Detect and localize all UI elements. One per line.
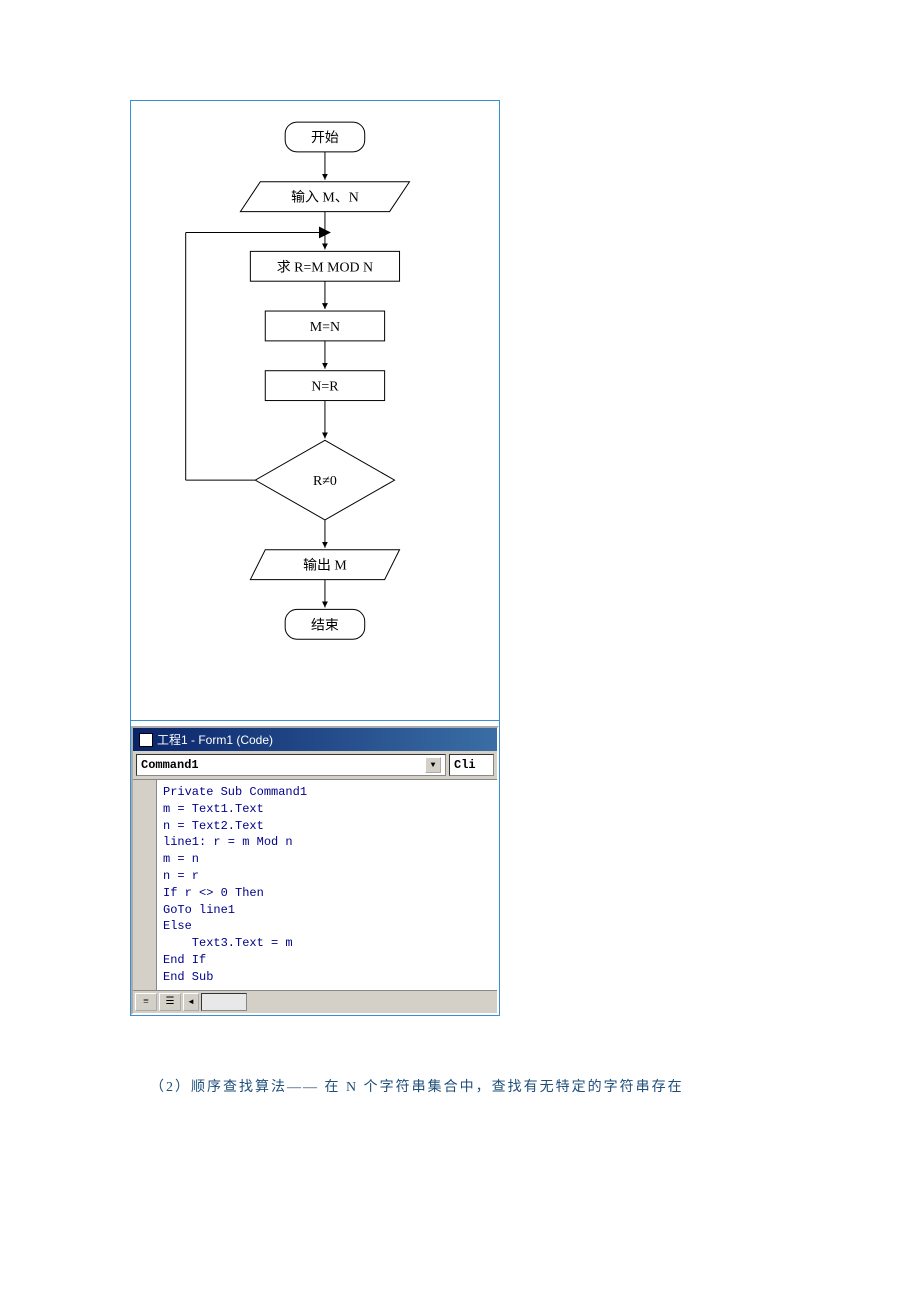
end-label: 结束 bbox=[311, 617, 339, 633]
window-icon bbox=[139, 733, 153, 747]
caption-text: （2）顺序查找算法—— 在 N 个字符串集合中，查找有无特定的字符串存在 bbox=[150, 1076, 920, 1096]
document-figure: 开始 输入 M、N 求 R=M MOD N M=N N=R R≠0 输出 M bbox=[130, 100, 500, 1016]
code-bottom-bar: ≡ ☰ ◄ bbox=[133, 990, 497, 1013]
proc1-label: 求 R=M MOD N bbox=[277, 259, 373, 275]
code-area: Private Sub Command1 m = Text1.Text n = … bbox=[133, 779, 497, 990]
procedure-dropdown[interactable]: Cli bbox=[449, 754, 494, 776]
scroll-left-button[interactable]: ◄ bbox=[183, 993, 199, 1011]
procedure-dropdown-value: Cli bbox=[454, 758, 476, 772]
horizontal-scrollbar[interactable] bbox=[201, 993, 247, 1011]
start-label: 开始 bbox=[311, 130, 339, 146]
input-label: 输入 M、N bbox=[291, 190, 359, 206]
code-gutter bbox=[133, 780, 157, 990]
dropdown-bar: Command1 ▼ Cli bbox=[133, 751, 497, 779]
output-label: 输出 M bbox=[303, 558, 347, 574]
full-view-button[interactable]: ☰ bbox=[159, 993, 181, 1011]
decision-label: R≠0 bbox=[313, 474, 337, 489]
flowchart-diagram: 开始 输入 M、N 求 R=M MOD N M=N N=R R≠0 输出 M bbox=[131, 101, 499, 721]
chevron-down-icon[interactable]: ▼ bbox=[425, 757, 441, 773]
window-title: 工程1 - Form1 (Code) bbox=[157, 731, 273, 748]
code-window-titlebar: 工程1 - Form1 (Code) bbox=[133, 728, 497, 751]
proc2-label: M=N bbox=[310, 320, 340, 335]
object-dropdown[interactable]: Command1 ▼ bbox=[136, 754, 446, 776]
vb-source-code[interactable]: Private Sub Command1 m = Text1.Text n = … bbox=[157, 780, 497, 990]
procedure-view-button[interactable]: ≡ bbox=[135, 993, 157, 1011]
proc3-label: N=R bbox=[311, 380, 339, 395]
vb-code-window: 工程1 - Form1 (Code) Command1 ▼ Cli Privat… bbox=[131, 726, 499, 1015]
object-dropdown-value: Command1 bbox=[141, 758, 199, 772]
